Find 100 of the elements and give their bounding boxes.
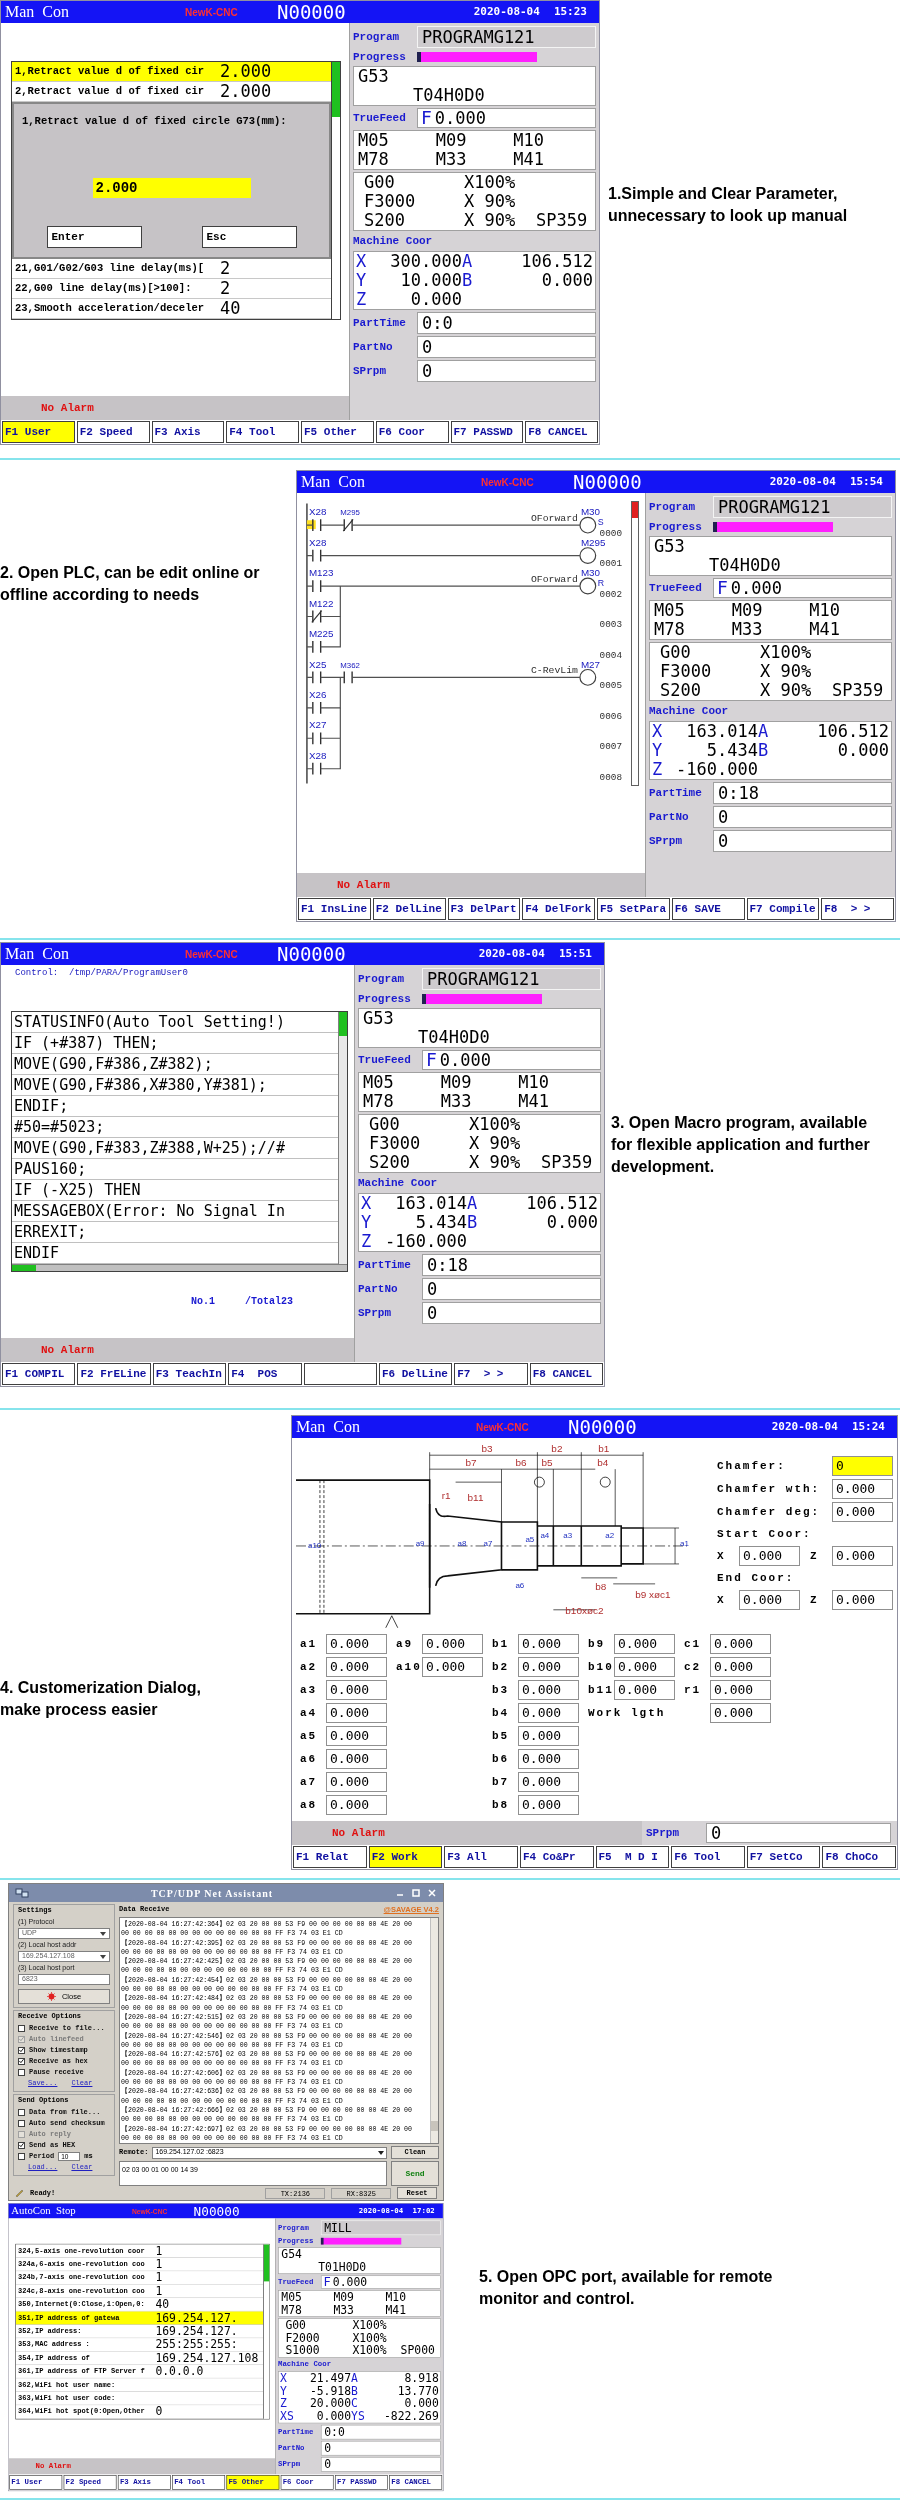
value-field[interactable]: 0.000 <box>832 1546 893 1566</box>
scrollbar-thumb <box>12 1264 36 1271</box>
function-key[interactable]: F6 DelLine <box>378 1363 453 1385</box>
value-field[interactable]: 0.000 <box>710 1703 771 1723</box>
dialog-button[interactable]: Esc <box>201 225 297 248</box>
function-key[interactable]: F8 ChoCo <box>822 1846 896 1868</box>
function-key[interactable]: F4 Tool <box>226 421 299 443</box>
value-field[interactable]: 0.000 <box>326 1680 387 1700</box>
coil-label: M295 <box>580 536 606 548</box>
value-field[interactable]: 0.000 <box>326 1749 387 1769</box>
value-field[interactable]: 0.000 <box>518 1795 579 1815</box>
function-key[interactable]: F2 Work <box>368 1846 443 1868</box>
function-key[interactable]: F3 Axis <box>151 421 225 443</box>
value-field[interactable]: 0.000 <box>518 1749 579 1769</box>
function-key[interactable]: F4 DelFork <box>522 898 595 920</box>
caption-text: 1.Simple and Clear Parameter, unnecessary to look up manual <box>608 184 849 226</box>
function-key[interactable]: F8 > > <box>821 898 894 920</box>
function-key[interactable]: F6 Coor <box>375 421 449 443</box>
value-field[interactable]: 0.000 <box>832 1479 893 1499</box>
value-field[interactable]: 0.000 <box>739 1546 800 1566</box>
function-key[interactable]: F2 DelLine <box>372 898 446 920</box>
value-field[interactable]: 0.000 <box>326 1657 387 1677</box>
function-key[interactable] <box>303 1363 377 1385</box>
function-key[interactable]: F4 POS <box>228 1363 302 1385</box>
value-field[interactable]: 0.000 <box>710 1657 771 1677</box>
function-key[interactable]: F2 Speed <box>76 421 150 443</box>
value-field[interactable]: 0.000 <box>710 1634 771 1654</box>
value-field[interactable]: 0.000 <box>518 1772 579 1792</box>
function-key[interactable]: F1 COMPIL <box>2 1363 76 1385</box>
checkbox[interactable] <box>18 2141 25 2149</box>
override-value: F3000 <box>369 1134 422 1153</box>
value-field[interactable]: 0.000 <box>518 1634 579 1654</box>
maximize-icon[interactable] <box>411 1888 421 1898</box>
checkbox[interactable] <box>18 2057 25 2065</box>
value-field[interactable]: 0.000 <box>518 1657 579 1677</box>
override-value: G00 <box>660 643 692 662</box>
field-label: a10 <box>396 1659 422 1675</box>
value-field[interactable]: 0.000 <box>326 1772 387 1792</box>
field-label: a5 <box>300 1728 319 1744</box>
value-field[interactable]: 0.000 <box>614 1657 675 1677</box>
function-key[interactable]: F3 DelPart <box>447 898 521 920</box>
function-key[interactable]: F7 Compile <box>746 898 820 920</box>
value-field[interactable]: 0.000 <box>832 1502 893 1522</box>
value-field[interactable]: 0.000 <box>518 1726 579 1746</box>
value-field[interactable]: 0.000 <box>614 1680 675 1700</box>
checkbox[interactable] <box>18 2108 25 2116</box>
parameter-row[interactable]: 22,G00 line delay(ms)[>100]: 2 <box>12 279 331 299</box>
alarm-message: No Alarm <box>292 1821 642 1845</box>
function-key[interactable]: F5 M D I <box>595 1846 670 1868</box>
coordinate-value: 0.000 <box>545 1213 598 1232</box>
value-field[interactable]: 0.000 <box>614 1634 675 1654</box>
coordinate-value: 20.000 <box>308 2397 352 2411</box>
override-value: X 90% <box>464 211 517 230</box>
checkbox[interactable] <box>18 2068 25 2076</box>
close-icon[interactable] <box>427 1888 437 1898</box>
value-field[interactable]: 0.000 <box>326 1726 387 1746</box>
function-key[interactable]: F7 PASSWD <box>450 421 524 443</box>
function-key[interactable]: F1 Relat <box>293 1846 367 1868</box>
value-field[interactable]: 0.000 <box>422 1657 483 1677</box>
parameter-row[interactable]: 1,Retract value d of fixed cir 2.000 <box>12 62 331 82</box>
checkbox[interactable] <box>18 2152 25 2160</box>
function-key[interactable]: F5 Other <box>301 421 374 443</box>
override-value: G00 <box>364 173 396 192</box>
function-key[interactable]: F3 All <box>444 1846 518 1868</box>
parameter-value: 169.254.127. <box>155 2325 238 2337</box>
parameter-row[interactable]: 21,G01/G02/G03 line delay(ms)[ 2 <box>12 259 331 279</box>
axis-label: A <box>351 2371 359 2385</box>
function-key[interactable]: F8 CANCEL <box>525 421 598 443</box>
value-field[interactable]: 0.000 <box>326 1795 387 1815</box>
function-key[interactable]: F1 User <box>2 421 75 443</box>
parameter-row[interactable]: 23,Smooth acceleration/deceler 40 <box>12 299 331 319</box>
function-key[interactable]: F7 > > <box>454 1363 528 1385</box>
function-key[interactable]: F2 FrELine <box>77 1363 151 1385</box>
function-key[interactable]: F3 TeachIn <box>152 1363 227 1385</box>
function-key[interactable]: F8 CANCEL <box>529 1363 603 1385</box>
value-input-field[interactable]: 2.000 <box>92 177 251 198</box>
value-field[interactable]: 0.000 <box>422 1634 483 1654</box>
dialog-button[interactable]: Enter <box>46 225 142 248</box>
function-key[interactable]: F7 SetCo <box>746 1846 821 1868</box>
value-field[interactable]: 0 <box>832 1456 893 1476</box>
function-key[interactable]: F1 InsLine <box>298 898 371 920</box>
value-field: 0:0 <box>417 312 596 334</box>
value-field[interactable]: 0.000 <box>518 1680 579 1700</box>
m-code: M05 <box>358 131 390 150</box>
function-key[interactable]: F5 SetPara <box>597 898 670 920</box>
send-button[interactable]: Send <box>391 2161 439 2186</box>
value-field[interactable]: 0.000 <box>518 1703 579 1723</box>
value-field[interactable]: 0.000 <box>832 1590 893 1610</box>
value-field[interactable]: 0.000 <box>710 1680 771 1700</box>
axis-label: XS <box>280 2410 295 2423</box>
checkbox[interactable] <box>18 2024 25 2032</box>
value-field[interactable]: 0.000 <box>326 1703 387 1723</box>
parameter-row[interactable]: 2,Retract value d of fixed cir 2.000 <box>12 82 331 102</box>
function-key[interactable]: F6 SAVE <box>671 898 745 920</box>
value-field[interactable]: 0.000 <box>326 1634 387 1654</box>
function-key[interactable]: F4 Co&Pr <box>519 1846 594 1868</box>
checkbox[interactable] <box>18 2046 25 2054</box>
checkbox[interactable] <box>18 2119 25 2127</box>
function-key[interactable]: F6 Tool <box>671 1846 745 1868</box>
value-field[interactable]: 0.000 <box>739 1590 800 1610</box>
